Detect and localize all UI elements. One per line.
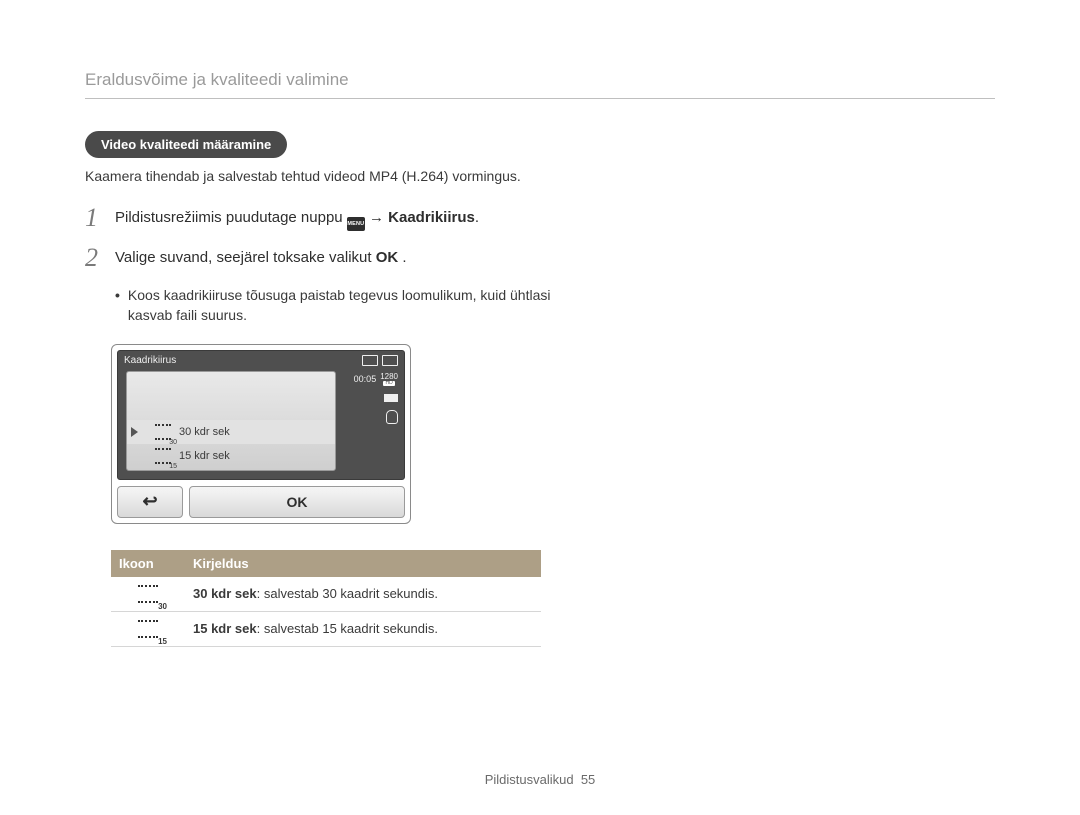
bullet-text: Koos kaadrikiiruse tõusuga paistab tegev… [128, 285, 575, 326]
step2-post: . [398, 249, 406, 266]
film-icon: 30 [155, 424, 171, 440]
header-icon: Ikoon [111, 550, 185, 577]
footer-page-number: 55 [581, 772, 595, 787]
intro-paragraph: Kaamera tihendab ja salvestab tehtud vid… [85, 166, 525, 187]
page-footer: Pildistusvalikud 55 [0, 772, 1080, 787]
resolution-badge: 1280 HD [380, 373, 398, 386]
step1-arrow: → [369, 209, 388, 226]
row-rest: : salvestab 30 kaadrit sekundis. [257, 586, 438, 601]
option-15fps[interactable]: 15 15 kdr sek [127, 444, 335, 468]
step-1: 1 Pildistusrežiimis puudutage nuppu MENU… [85, 205, 605, 231]
step1-pre: Pildistusrežiimis puudutage nuppu [115, 209, 347, 226]
option-label: 30 kdr sek [179, 426, 230, 438]
option-30fps[interactable]: 30 30 kdr sek [127, 420, 335, 444]
film-subscript: 15 [169, 463, 177, 470]
step-text: Valige suvand, seejärel toksake valikut … [115, 245, 407, 266]
row-bold: 15 kdr sek [193, 621, 257, 636]
film-icon: 30 [138, 585, 158, 603]
row-bold: 30 kdr sek [193, 586, 257, 601]
lcd-time: 00:05 [354, 374, 377, 384]
lcd-screen: Kaadrikiirus 00:05 1280 HD [117, 350, 405, 480]
lcd-right-column: 00:05 1280 HD [354, 373, 398, 424]
lcd-title: Kaadrikiirus [124, 355, 176, 366]
film-subscript: 15 [158, 637, 167, 646]
steps-list: 1 Pildistusrežiimis puudutage nuppu MENU… [85, 205, 605, 647]
microphone-icon [386, 410, 398, 424]
step1-post: . [475, 209, 479, 226]
step-text: Pildistusrežiimis puudutage nuppu MENU →… [115, 205, 479, 231]
film-subscript: 30 [158, 602, 167, 611]
bullet-marker: • [115, 285, 120, 326]
step2-pre: Valige suvand, seejärel toksake valikut [115, 249, 376, 266]
camera-screenshot: Kaadrikiirus 00:05 1280 HD [111, 344, 411, 524]
step1-bold: Kaadrikiirus [388, 209, 475, 226]
footer-label: Pildistusvalikud [485, 772, 574, 787]
ok-icon: OK [376, 249, 399, 266]
table-row: 30 30 kdr sek: salvestab 30 kaadrit seku… [111, 577, 541, 612]
framerate-table: Ikoon Kirjeldus 30 30 kdr sek: salvestab… [111, 550, 541, 647]
option-label: 15 kdr sek [179, 450, 230, 462]
step-number: 2 [85, 245, 103, 271]
preview-panel: 30 30 kdr sek 15 15 kdr sek [126, 371, 336, 471]
lcd-button-bar: ↩ OK [117, 486, 405, 518]
table-header: Ikoon Kirjeldus [111, 550, 541, 577]
step-2: 2 Valige suvand, seejärel toksake valiku… [85, 245, 605, 271]
back-button[interactable]: ↩ [117, 486, 183, 518]
ok-button[interactable]: OK [189, 486, 405, 518]
section-title: Eraldusvõime ja kvaliteedi valimine [85, 70, 995, 99]
topic-pill: Video kvaliteedi määramine [85, 131, 287, 158]
header-description: Kirjeldus [185, 550, 541, 577]
row-description: 30 kdr sek: salvestab 30 kaadrit sekundi… [185, 578, 541, 609]
info-bullet: • Koos kaadrikiiruse tõusuga paistab teg… [115, 285, 575, 326]
film-icon [384, 392, 398, 404]
selected-marker-icon [131, 427, 138, 437]
battery-icon [362, 355, 378, 366]
lcd-status-bar [362, 355, 398, 366]
row-rest: : salvestab 15 kaadrit sekundis. [257, 621, 438, 636]
storage-icon [382, 355, 398, 366]
table-row: 15 15 kdr sek: salvestab 15 kaadrit seku… [111, 612, 541, 647]
hd-label: HD [383, 381, 394, 386]
manual-page: Eraldusvõime ja kvaliteedi valimine Vide… [0, 0, 1080, 815]
row-description: 15 kdr sek: salvestab 15 kaadrit sekundi… [185, 613, 541, 644]
step-number: 1 [85, 205, 103, 231]
film-icon: 15 [138, 620, 158, 638]
film-icon: 15 [155, 448, 171, 464]
menu-icon: MENU [347, 217, 365, 231]
